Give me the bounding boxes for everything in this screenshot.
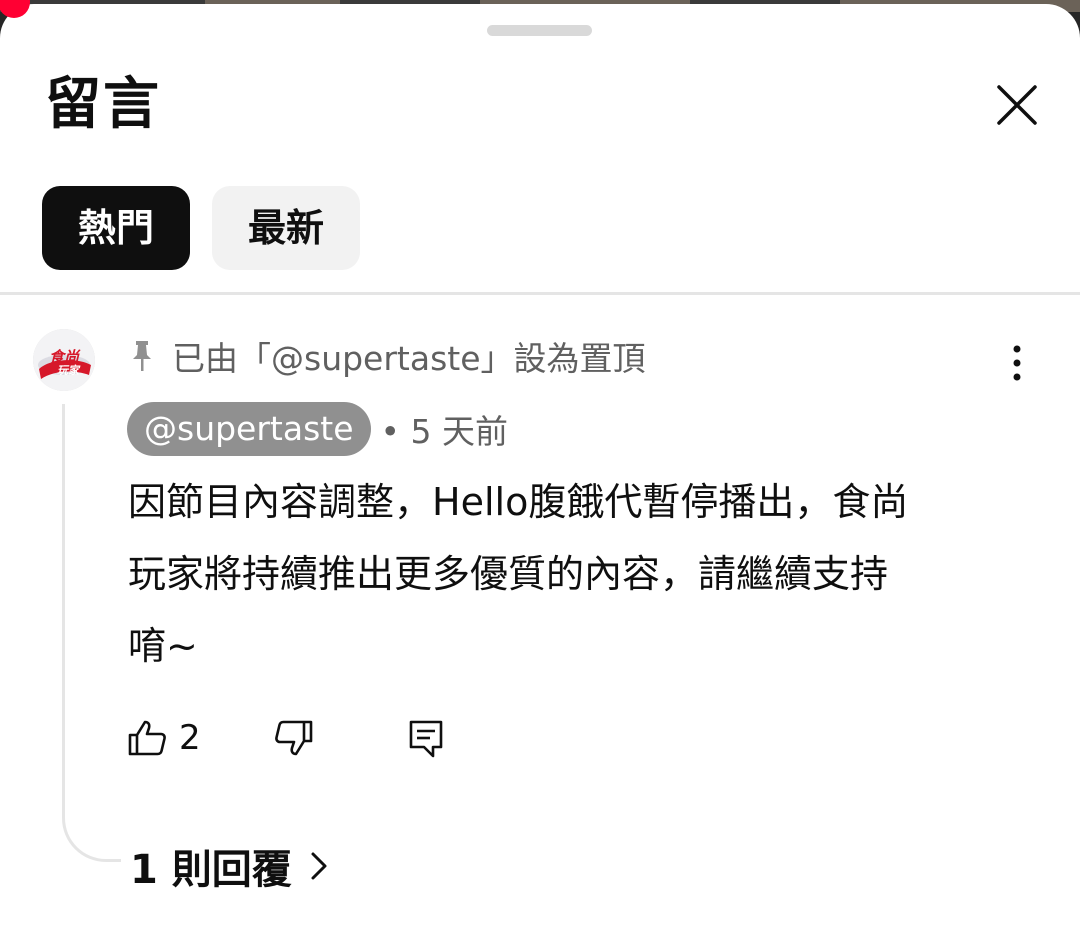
channel-logo: 食尚 玩家: [33, 329, 95, 391]
thumb-down-icon: [275, 720, 313, 756]
pinned-label: 已由「@supertaste」設為置頂: [172, 339, 646, 378]
tab-newest[interactable]: 最新: [212, 186, 360, 270]
close-icon: [997, 85, 1037, 125]
author-handle[interactable]: @supertaste: [127, 402, 371, 456]
comment-time: • 5 天前: [380, 412, 508, 451]
more-vert-icon: [1013, 345, 1021, 381]
more-options-button[interactable]: [995, 341, 1039, 385]
comment-line: 玩家將持續推出更多優質的內容，請繼續支持: [128, 552, 889, 596]
like-count: 2: [179, 718, 201, 758]
comments-sheet: 留言 熱門 最新 食尚 玩家 已由「@supertaste」設為置頂 @supe…: [0, 4, 1080, 925]
pinned-indicator: 已由「@supertaste」設為置頂: [130, 334, 646, 378]
comment-body: 因節目內容調整，Hello腹餓代暫停播出，食尚 玩家將持續推出更多優質的內容，請…: [128, 466, 1008, 682]
thumb-up-icon: [128, 720, 166, 756]
replies-label: 1 則回覆: [130, 847, 292, 893]
drag-handle[interactable]: [487, 25, 592, 36]
avatar[interactable]: 食尚 玩家: [33, 329, 95, 391]
logo-text: 玩家: [57, 364, 81, 377]
thread-line: [62, 404, 121, 862]
tab-top[interactable]: 熱門: [42, 186, 190, 270]
divider: [0, 292, 1080, 295]
chevron-right-icon: [311, 852, 327, 880]
pin-icon: [133, 341, 151, 371]
comment-line: 唷~: [128, 624, 198, 668]
reply-icon: [409, 720, 443, 758]
comment-meta: @supertaste • 5 天前: [127, 402, 508, 456]
sheet-title: 留言: [45, 72, 161, 137]
close-button[interactable]: [990, 78, 1044, 132]
comment-line: 因節目內容調整，Hello腹餓代暫停播出，食尚: [128, 480, 909, 524]
reply-button[interactable]: [406, 716, 446, 760]
view-replies-button[interactable]: 1 則回覆: [130, 836, 332, 896]
dislike-button[interactable]: [274, 716, 314, 760]
like-button[interactable]: 2: [127, 716, 201, 760]
